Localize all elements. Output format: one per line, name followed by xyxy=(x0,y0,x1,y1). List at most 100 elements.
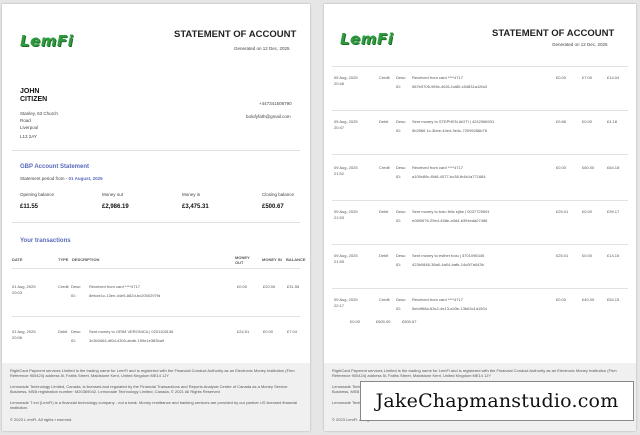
divider xyxy=(332,244,628,245)
col-balance: BALANCE xyxy=(286,257,306,262)
row-desc-label: Desc: xyxy=(396,297,407,302)
row-type: Debit xyxy=(58,329,68,334)
statement-period: Statement period from - 01 August, 2025 xyxy=(20,176,103,181)
lemfi-logo: LemFi xyxy=(340,30,394,48)
statement-title: STATEMENT OF ACCOUNT xyxy=(174,29,297,40)
row-money-in: £0.00 xyxy=(582,209,593,214)
row-type: Debit xyxy=(379,253,389,258)
row-time: 20:46 xyxy=(334,81,345,86)
row-time: 21:53 xyxy=(334,215,345,220)
summary-label-money-out: Money out xyxy=(102,192,124,197)
summary-value-money-out: £2,986.19 xyxy=(102,204,129,210)
statement-period-label: Statement period from - xyxy=(20,176,69,181)
row-money-in: £0.00 xyxy=(263,329,274,334)
row-id: a109c89c-f0d8-4077-bc38-fb4b1a771684 xyxy=(412,174,486,179)
row-balance: £14.04 xyxy=(607,75,620,80)
col-money-out: MONEY OUT xyxy=(235,255,250,265)
footer-paragraph: RightCard Payment services Limited is th… xyxy=(332,368,617,378)
statement-page-1: LemFi STATEMENT OF ACCOUNT Generated on … xyxy=(2,4,310,431)
address-line-1: Stanley, 63 Church xyxy=(20,111,58,116)
row-money-in: £20.00 xyxy=(263,284,276,289)
row-description: Sent money to bolu felix ejike | 0037725… xyxy=(412,209,490,214)
row-id-label: ID: xyxy=(396,128,402,133)
total-c: £500.67 xyxy=(402,319,417,324)
page-footer: RightCard Payment services Limited is th… xyxy=(2,363,310,431)
row-desc-label: Desc: xyxy=(396,75,407,80)
summary-label-money-in: Money in xyxy=(182,192,201,197)
row-time: 20:06 xyxy=(12,335,23,340)
row-balance: £54.15 xyxy=(607,297,620,302)
divider xyxy=(332,154,628,155)
row-id: 587b9705-969c-4631-bd80-c54831a12fa3 xyxy=(412,84,487,89)
statement-period-date: 01 August, 2025 xyxy=(68,176,103,181)
divider xyxy=(332,66,628,67)
row-money-in: £0.00 xyxy=(582,253,593,258)
row-id: 3c3b3464-df0d-4300-abdb-159e1e383ba9 xyxy=(89,338,165,343)
row-id-label: ID: xyxy=(396,218,402,223)
row-money-out: £0.00 xyxy=(556,75,567,80)
row-type: Credit xyxy=(379,75,390,80)
summary-label-closing: Closing balance xyxy=(262,192,295,197)
row-type: Debit xyxy=(379,119,389,124)
row-id-label: ID: xyxy=(396,174,402,179)
row-desc-label: Desc: xyxy=(71,329,82,334)
row-time: 20:03 xyxy=(12,290,23,295)
row-balance: £39.17 xyxy=(607,209,620,214)
row-type: Debit xyxy=(379,209,389,214)
customer-last-name: CITIZEN xyxy=(20,96,48,103)
generated-date: Generated on 12 Dec, 2025 xyxy=(552,42,608,47)
footer-paragraph: Lemonade Technology Limited, Canada, is … xyxy=(10,384,288,394)
total-b: £500.00 xyxy=(376,319,391,324)
col-description: DESCRIPTION xyxy=(72,257,100,262)
row-money-out: £25.01 xyxy=(556,209,569,214)
watermark-label: JakeChapmanstudio.com xyxy=(360,381,634,421)
row-money-in: £7.00 xyxy=(582,75,593,80)
summary-value-opening: £11.55 xyxy=(20,204,39,210)
divider xyxy=(12,150,300,151)
email-address: bolufyfath@gmail.com xyxy=(246,114,291,119)
total-a: £0.00 xyxy=(350,319,361,324)
transactions-heading: Your transactions xyxy=(20,238,71,244)
row-description: Received from card ****4717 xyxy=(412,297,463,302)
row-money-out: £0.00 xyxy=(556,297,567,302)
row-desc-label: Desc: xyxy=(396,253,407,258)
row-type: Credit xyxy=(58,284,69,289)
row-id-label: ID: xyxy=(71,338,77,343)
col-money-in: MONEY IN xyxy=(262,257,282,262)
summary-value-money-in: £3,475.31 xyxy=(182,204,209,210)
postcode: L13 2AY xyxy=(20,134,37,139)
row-money-out: £0.00 xyxy=(556,165,567,170)
row-desc-label: Desc: xyxy=(71,284,82,289)
col-type: TYPE xyxy=(58,257,69,262)
footer-paragraph: Lemonade T ect (LemFi) is a financial te… xyxy=(10,400,298,410)
account-statement-heading: GBP Account Statement xyxy=(20,164,90,170)
statement-page-2: LemFi STATEMENT OF ACCOUNT Generated on … xyxy=(324,4,636,431)
footer-paragraph: RightCard Payment services Limited is th… xyxy=(10,368,295,378)
divider xyxy=(332,200,628,201)
row-balance: £14.15 xyxy=(607,253,620,258)
row-balance: £7.04 xyxy=(287,329,298,334)
row-type: Credit xyxy=(379,297,390,302)
row-money-out: £25.01 xyxy=(556,253,569,258)
row-description: Received from card ****4717 xyxy=(89,284,140,289)
divider xyxy=(12,316,300,317)
row-id: 5b2566 1c-3bee-44e4-9e4c-72095266b76 xyxy=(412,128,487,133)
row-id-label: ID: xyxy=(396,262,402,267)
summary-label-opening: Opening balance xyxy=(20,192,55,197)
row-balance: £31.55 xyxy=(287,284,300,289)
row-balance: £64.18 xyxy=(607,165,620,170)
row-id: e06f0676-29e4-458e-a3d4-b394eda07486 xyxy=(412,218,488,223)
row-money-in: £0.00 xyxy=(582,119,593,124)
lemfi-logo: LemFi xyxy=(20,32,74,50)
divider xyxy=(332,288,628,289)
generated-date: Generated on 12 Dec, 2025 xyxy=(234,46,290,51)
address-line-2: Road xyxy=(20,118,31,123)
row-money-out: £0.00 xyxy=(237,284,248,289)
divider xyxy=(332,110,628,111)
row-description: Sent money to STEPHEN AKITI | 4242966931 xyxy=(412,119,495,124)
row-description: Sent money to esther bolu | 3701096345 xyxy=(412,253,485,258)
row-desc-label: Desc: xyxy=(396,165,407,170)
row-id: 8efcce1c-13ee-44e5-882d-bc2000297fd xyxy=(89,293,161,298)
row-time: 21:52 xyxy=(334,171,345,176)
row-balance: £4.18 xyxy=(607,119,618,124)
